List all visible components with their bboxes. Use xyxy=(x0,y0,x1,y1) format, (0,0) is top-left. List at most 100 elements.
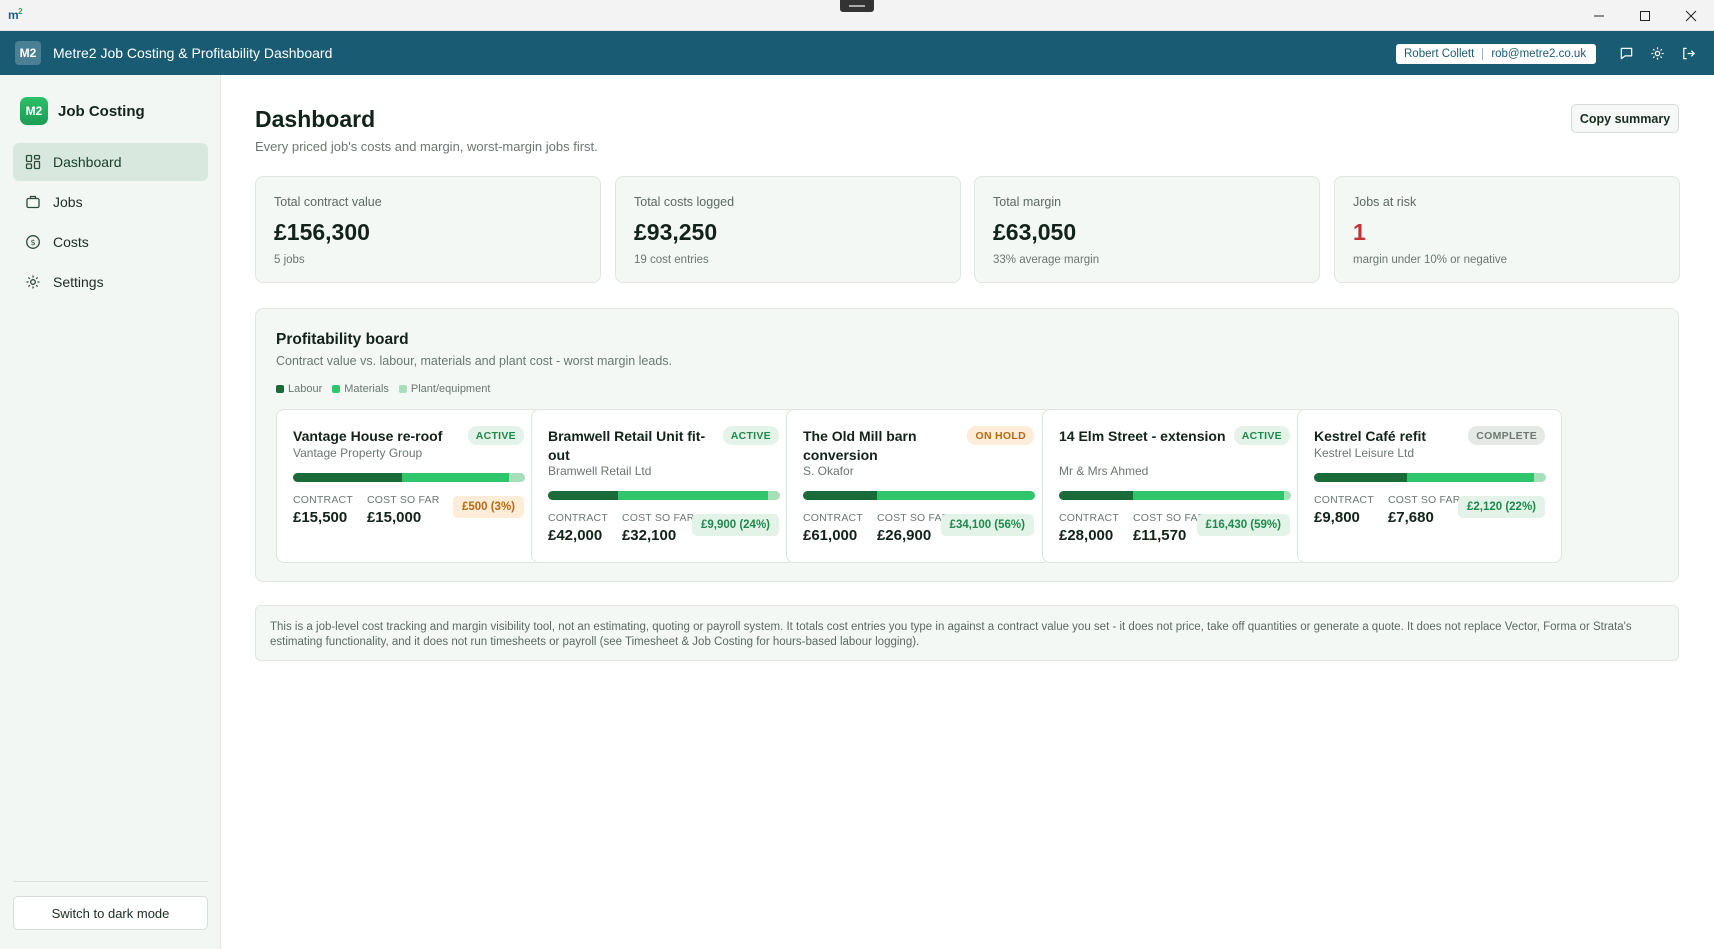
metric-value: £26,900 xyxy=(876,527,932,544)
metric-value: £32,100 xyxy=(621,527,677,544)
sidebar-item-costs[interactable]: $ Costs xyxy=(13,223,208,261)
metric-label: CONTRACT xyxy=(548,512,608,524)
app-header: M2 Metre2 Job Costing & Profitability Da… xyxy=(0,31,1714,75)
job-metrics: CONTRACT £61,000 COST SO FAR £26,900 xyxy=(803,512,964,544)
cost-legend: Labour Materials Plant/equipment xyxy=(276,383,500,395)
sidebar-item-dashboard[interactable]: Dashboard xyxy=(13,143,208,181)
close-icon xyxy=(1685,10,1697,21)
user-name: Robert Collett xyxy=(1404,48,1475,60)
user-email: rob@metre2.co.uk xyxy=(1491,48,1587,60)
sidebar-item-settings[interactable]: Settings xyxy=(13,263,208,301)
bar-segment-materials xyxy=(1406,473,1535,482)
metric-label: CONTRACT xyxy=(293,494,353,506)
metric-value: £15,000 xyxy=(366,509,422,526)
stat-note: 33% average margin xyxy=(993,254,1100,266)
svg-text:$: $ xyxy=(30,238,35,247)
board-subtitle: Contract value vs. labour, materials and… xyxy=(276,354,673,368)
bar-segment-plant xyxy=(1534,473,1546,482)
contract-metric: CONTRACT £15,500 xyxy=(293,494,353,526)
minimize-icon xyxy=(1594,15,1604,16)
board-title: Profitability board xyxy=(276,331,409,348)
copy-summary-button[interactable]: Copy summary xyxy=(1571,104,1679,133)
page-subtitle: Every priced job's costs and margin, wor… xyxy=(255,139,598,154)
bar-segment-materials xyxy=(1133,491,1285,500)
stat-label: Total contract value xyxy=(274,195,382,209)
sidebar: M2 Job Costing Dashboard Jobs $ Costs Se… xyxy=(0,75,221,949)
page-title: Dashboard xyxy=(255,106,376,132)
margin-pill: £500 (3%) xyxy=(452,496,524,518)
maximize-icon xyxy=(1640,10,1650,21)
sidebar-item-jobs[interactable]: Jobs xyxy=(13,183,208,221)
contract-metric: CONTRACT £28,000 xyxy=(1059,512,1119,544)
metric-label: COST SO FAR xyxy=(621,512,695,524)
close-window-button[interactable] xyxy=(1668,0,1714,31)
metric-value: £42,000 xyxy=(548,527,603,544)
margin-pill: £9,900 (24%) xyxy=(691,514,779,536)
job-metrics: CONTRACT £15,500 COST SO FAR £15,000 xyxy=(293,494,454,526)
logout-icon xyxy=(1682,47,1695,59)
bar-segment-plant xyxy=(508,473,525,482)
status-badge: COMPLETE xyxy=(1468,426,1545,445)
job-client: S. Okafor xyxy=(803,464,854,478)
metric-label: COST SO FAR xyxy=(876,512,950,524)
job-card[interactable]: Vantage House re-roof ACTIVE Vantage Prope… xyxy=(276,409,541,563)
job-client: Bramwell Retail Ltd xyxy=(548,464,652,478)
job-card[interactable]: 14 Elm Street - extension ACTIVE Mr & Mrs … xyxy=(1042,409,1307,563)
pound-coin-icon: $ xyxy=(26,235,40,249)
margin-pill: £2,120 (22%) xyxy=(1457,496,1545,518)
status-badge: ON HOLD xyxy=(967,426,1034,445)
app-badge: M2 xyxy=(15,41,41,65)
stat-card-costs-logged: Total costs logged £93,250 19 cost entri… xyxy=(615,176,961,283)
cost-so-far-metric: COST SO FAR £15,000 xyxy=(367,494,440,526)
sidebar-item-label: Costs xyxy=(53,234,89,250)
job-name: Vantage House re-roof xyxy=(293,428,443,444)
stat-note: 5 jobs xyxy=(274,254,305,266)
job-card[interactable]: The Old Mill barn conversion ON HOLD S. Ok… xyxy=(786,409,1051,563)
stat-value: £93,250 xyxy=(634,219,718,245)
window-drag-handle[interactable] xyxy=(840,0,874,12)
user-account-pill[interactable]: Robert Collett rob@metre2.co.uk xyxy=(1396,44,1596,64)
job-client: Vantage Property Group xyxy=(293,446,423,460)
window-title-bar: m2 xyxy=(0,0,1714,31)
bar-segment-plant xyxy=(768,491,780,500)
gear-icon xyxy=(26,275,40,289)
maximize-button[interactable] xyxy=(1622,0,1668,31)
metric-label: CONTRACT xyxy=(1059,512,1119,524)
stat-value: 1 xyxy=(1353,219,1366,245)
job-card[interactable]: Bramwell Retail Unit fit-out ACTIVE Bramwe… xyxy=(531,409,796,563)
metric-value: £28,000 xyxy=(1059,527,1114,544)
job-metrics: CONTRACT £42,000 COST SO FAR £32,100 xyxy=(548,512,709,544)
dashboard-grid-icon xyxy=(25,154,41,170)
metric-label: CONTRACT xyxy=(1314,494,1374,506)
stat-card-jobs-at-risk: Jobs at risk 1 margin under 10% or negat… xyxy=(1334,176,1680,283)
metric-label: COST SO FAR xyxy=(1132,512,1206,524)
bar-segment-labour xyxy=(803,491,878,500)
bar-segment-labour xyxy=(548,491,618,500)
legend-item-plant: Plant/equipment xyxy=(398,383,490,395)
sidebar-item-label: Dashboard xyxy=(53,154,122,170)
header-settings-button[interactable] xyxy=(1648,44,1666,62)
job-client: Kestrel Leisure Ltd xyxy=(1314,446,1415,460)
margin-pill: £16,430 (59%) xyxy=(1196,514,1290,536)
stat-card-contract-value: Total contract value £156,300 5 jobs xyxy=(255,176,601,283)
stat-note: margin under 10% or negative xyxy=(1353,254,1508,266)
job-name: Kestrel Café refit xyxy=(1314,428,1427,444)
status-badge: ACTIVE xyxy=(467,426,524,445)
contract-metric: CONTRACT £9,800 xyxy=(1314,494,1374,526)
job-name: 14 Elm Street - extension xyxy=(1059,428,1226,444)
dark-mode-toggle-button[interactable]: Switch to dark mode xyxy=(13,896,208,930)
metric-label: COST SO FAR xyxy=(366,494,440,506)
metric-value: £15,500 xyxy=(293,509,348,526)
gear-icon xyxy=(1650,46,1664,60)
bar-segment-labour xyxy=(1059,491,1134,500)
bar-segment-materials xyxy=(877,491,1035,500)
feedback-button[interactable] xyxy=(1617,44,1635,62)
metric-value: £9,800 xyxy=(1314,509,1360,526)
job-name: The Old Mill barn conversion xyxy=(803,428,917,463)
minimize-button[interactable] xyxy=(1576,0,1622,31)
bar-segment-materials xyxy=(617,491,769,500)
job-card[interactable]: Kestrel Café refit COMPLETE Kestrel Leisur… xyxy=(1297,409,1562,563)
stat-card-total-margin: Total margin £63,050 33% average margin xyxy=(974,176,1320,283)
job-metrics: CONTRACT £28,000 COST SO FAR £11,570 xyxy=(1059,512,1220,544)
sign-out-button[interactable] xyxy=(1679,44,1697,62)
